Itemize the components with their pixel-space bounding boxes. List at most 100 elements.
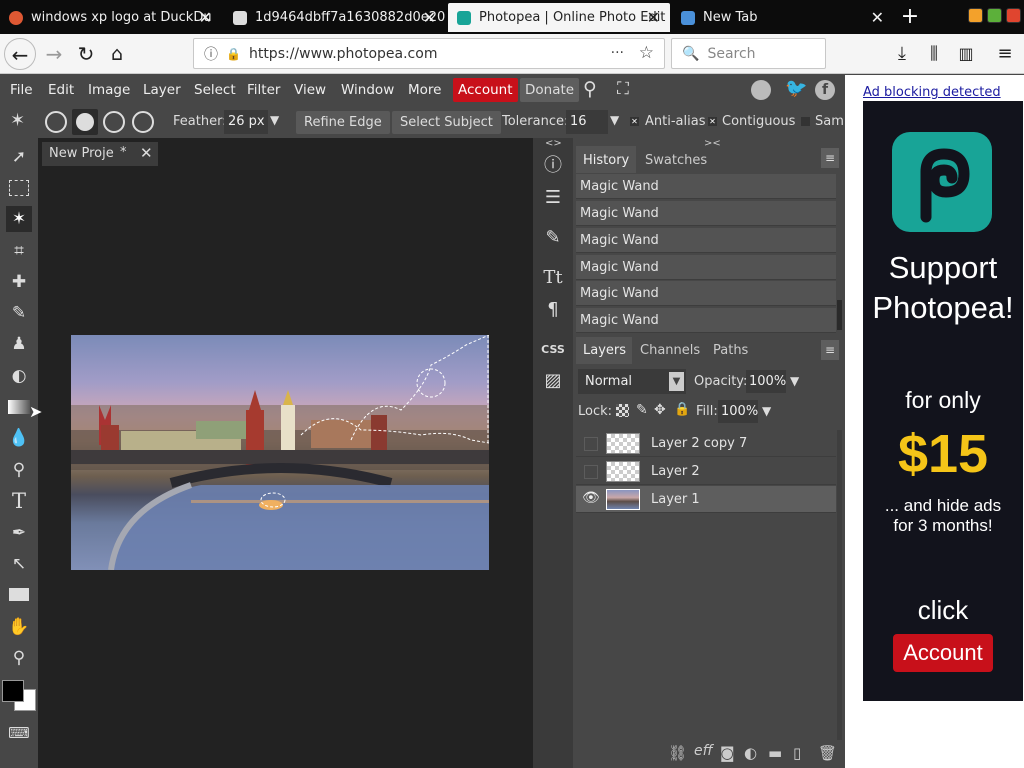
layer-row[interactable]: Layer 2 copy 7 bbox=[576, 430, 836, 457]
layer-row[interactable]: Layer 2 bbox=[576, 458, 836, 485]
feather-dropdown-icon[interactable]: ▼ bbox=[270, 113, 279, 127]
adjustment-layer-icon[interactable]: ◐ bbox=[744, 744, 757, 762]
dodge-tool-icon[interactable]: ⚲ bbox=[6, 457, 32, 483]
brush-tool-icon[interactable]: ✎ bbox=[6, 300, 32, 326]
hamburger-menu-icon[interactable]: ≡ bbox=[989, 38, 1021, 70]
collapse-arrows-icon[interactable]: <> bbox=[545, 138, 562, 149]
foreground-color-swatch[interactable] bbox=[2, 680, 24, 702]
maximize-button[interactable] bbox=[987, 8, 1002, 23]
history-item[interactable]: Magic Wand bbox=[576, 308, 836, 333]
browser-tab-photopea[interactable]: Photopea | Online Photo Edit ✕ bbox=[448, 3, 670, 32]
reload-button[interactable]: ↻ bbox=[70, 38, 102, 70]
reddit-icon[interactable] bbox=[751, 80, 771, 100]
lock-all-icon[interactable]: 🔒 bbox=[674, 402, 690, 417]
menu-filter[interactable]: Filter bbox=[247, 82, 280, 98]
donate-button[interactable]: Donate bbox=[520, 78, 580, 102]
subtract-selection-icon[interactable] bbox=[103, 111, 125, 133]
new-layer-icon[interactable]: ▯ bbox=[793, 744, 801, 762]
download-icon[interactable]: ⤓ bbox=[886, 38, 918, 70]
lock-transparency-icon[interactable] bbox=[616, 404, 629, 417]
document-tab[interactable]: New Proje * ✕ bbox=[42, 142, 158, 166]
marquee-tool-icon[interactable] bbox=[9, 180, 29, 196]
zoom-tool-icon[interactable]: ⚲ bbox=[6, 645, 32, 671]
layer-name[interactable]: Layer 2 copy 7 bbox=[651, 436, 747, 451]
new-folder-icon[interactable]: ▬ bbox=[768, 744, 782, 762]
fill-dropdown-icon[interactable]: ▼ bbox=[762, 404, 771, 418]
visibility-toggle[interactable] bbox=[584, 465, 598, 479]
browser-tab-duckduckgo[interactable]: windows xp logo at DuckDu ✕ bbox=[0, 3, 222, 32]
history-item[interactable]: Magic Wand bbox=[576, 255, 836, 280]
menu-more[interactable]: More bbox=[408, 82, 441, 98]
menu-window[interactable]: Window bbox=[341, 82, 394, 98]
bookmark-star-icon[interactable]: ☆ bbox=[639, 43, 654, 63]
close-tab-icon[interactable]: ✕ bbox=[647, 8, 660, 27]
link-layers-icon[interactable]: ⛓ bbox=[668, 744, 687, 762]
library-icon[interactable]: ⫼ bbox=[918, 38, 950, 70]
layers-panel-menu-icon[interactable]: ≡ bbox=[821, 340, 839, 360]
history-item[interactable]: Magic Wand bbox=[576, 201, 836, 226]
opacity-dropdown-icon[interactable]: ▼ bbox=[790, 374, 799, 388]
history-scrollbar[interactable] bbox=[837, 300, 842, 330]
menu-edit[interactable]: Edit bbox=[48, 82, 74, 98]
stamp-tool-icon[interactable]: ♟ bbox=[6, 331, 32, 357]
account-button[interactable]: Account bbox=[453, 78, 518, 102]
intersect-selection-icon[interactable] bbox=[132, 111, 154, 133]
menu-view[interactable]: View bbox=[294, 82, 326, 98]
forward-button[interactable]: → bbox=[38, 38, 70, 70]
history-panel-menu-icon[interactable]: ≡ bbox=[821, 148, 839, 168]
character-panel-icon[interactable]: Tt bbox=[541, 266, 565, 290]
path-select-tool-icon[interactable]: ↖ bbox=[6, 551, 32, 577]
blur-tool-icon[interactable]: 💧 bbox=[6, 425, 32, 451]
pen-tool-icon[interactable]: ✒ bbox=[6, 520, 32, 546]
delete-layer-icon[interactable]: 🗑 bbox=[818, 744, 837, 762]
search-box[interactable]: 🔍 Search bbox=[671, 38, 826, 69]
history-item[interactable]: Magic Wand bbox=[576, 281, 836, 306]
minimize-button[interactable] bbox=[968, 8, 983, 23]
adjustments-panel-icon[interactable]: ☰ bbox=[541, 186, 565, 210]
info-icon[interactable]: ⓘ bbox=[204, 44, 218, 64]
tab-paths[interactable]: Paths bbox=[713, 343, 748, 358]
magic-wand-tool-icon[interactable]: ✶ bbox=[6, 206, 32, 232]
paragraph-panel-icon[interactable]: ¶ bbox=[541, 298, 565, 322]
fullscreen-icon[interactable]: ⛶ bbox=[617, 79, 629, 99]
new-selection-icon[interactable] bbox=[45, 111, 67, 133]
browser-tab-image[interactable]: 1d9464dbff7a1630882d0e20 ✕ bbox=[224, 3, 446, 32]
tab-history[interactable]: History bbox=[583, 153, 629, 168]
layer-name[interactable]: Layer 2 bbox=[651, 464, 700, 479]
facebook-icon[interactable]: f bbox=[815, 80, 835, 100]
url-bar[interactable]: ⓘ 🔒 https://www.photopea.com ··· ☆ bbox=[193, 38, 665, 69]
menu-layer[interactable]: Layer bbox=[143, 82, 181, 98]
menu-image[interactable]: Image bbox=[88, 82, 130, 98]
css-panel-icon[interactable]: CSS bbox=[541, 338, 565, 362]
type-tool-icon[interactable]: T bbox=[6, 488, 32, 514]
home-button[interactable]: ⌂ bbox=[101, 38, 133, 70]
url-text[interactable]: https://www.photopea.com bbox=[249, 46, 438, 62]
layers-scrollbar[interactable] bbox=[837, 430, 842, 740]
mask-icon[interactable]: ◙ bbox=[720, 744, 735, 762]
browser-tab-newtab[interactable]: New Tab ✕ bbox=[672, 3, 894, 32]
tab-channels[interactable]: Channels bbox=[640, 343, 700, 358]
effects-icon[interactable]: eff bbox=[694, 743, 713, 759]
close-window-button[interactable] bbox=[1006, 8, 1021, 23]
history-item[interactable]: Magic Wand bbox=[576, 174, 836, 199]
anti-alias-checkbox[interactable]: ✕ bbox=[630, 117, 639, 126]
gradient-tool-icon[interactable] bbox=[8, 400, 30, 414]
opacity-input[interactable]: 100% bbox=[746, 370, 786, 393]
lock-pixels-icon[interactable]: ✎ bbox=[636, 402, 648, 418]
close-tab-icon[interactable]: ✕ bbox=[423, 8, 436, 27]
document-canvas-image[interactable] bbox=[71, 335, 489, 570]
tolerance-dropdown-icon[interactable]: ▼ bbox=[610, 113, 619, 127]
rectangle-tool-icon[interactable] bbox=[9, 588, 29, 601]
support-ad-box[interactable]: Support Photopea! for only $15 ... and h… bbox=[863, 101, 1023, 701]
contiguous-checkbox[interactable]: ✕ bbox=[708, 117, 717, 126]
layer-row-selected[interactable]: 👁 Layer 1 bbox=[576, 486, 836, 513]
move-tool-icon[interactable]: ➚ bbox=[6, 144, 32, 170]
history-item[interactable]: Magic Wand bbox=[576, 228, 836, 253]
healing-brush-tool-icon[interactable]: ✚ bbox=[6, 269, 32, 295]
info-panel-icon[interactable]: ⓘ bbox=[541, 154, 565, 178]
sample-all-checkbox[interactable] bbox=[801, 117, 810, 126]
close-tab-icon[interactable]: ✕ bbox=[871, 8, 884, 27]
fill-input[interactable]: 100% bbox=[718, 400, 758, 423]
layer-name[interactable]: Layer 1 bbox=[651, 492, 700, 507]
visibility-toggle[interactable] bbox=[584, 437, 598, 451]
